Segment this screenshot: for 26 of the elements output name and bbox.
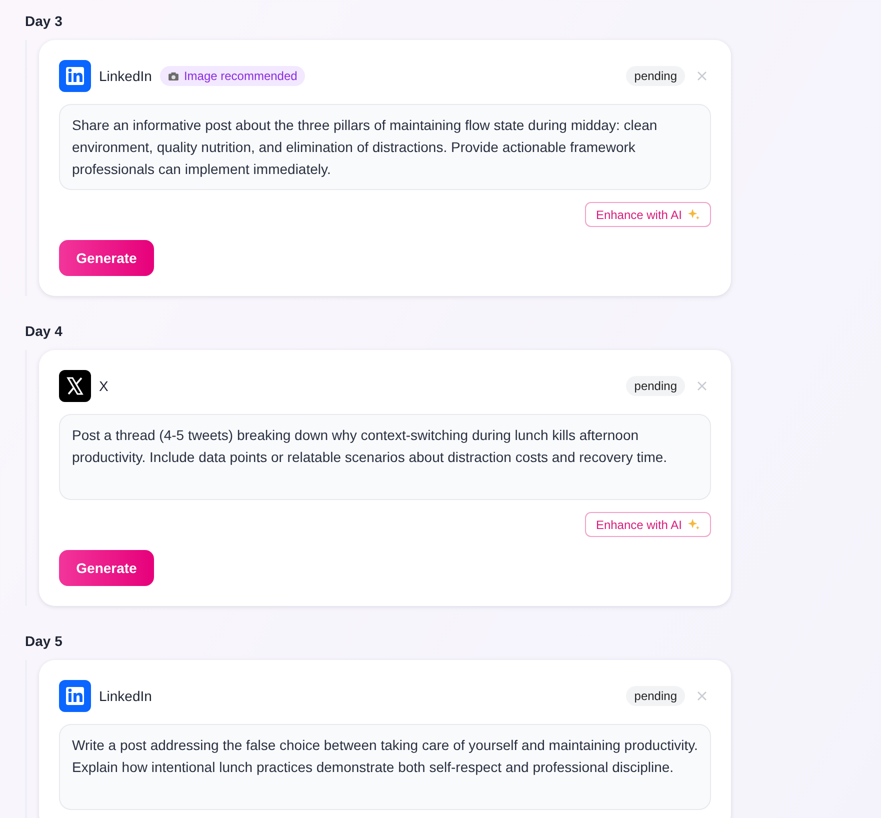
- enhance-button[interactable]: Enhance with AI: [584, 202, 711, 227]
- x-logo-icon: [59, 370, 91, 402]
- sparkle-icon: [687, 208, 700, 221]
- status-badge: pending: [626, 686, 685, 706]
- prompt-field[interactable]: Write a post addressing the false choice between taking care of yourself and maintaining productivity. Explain how intentional lunch practices demonstrate both self-respect and professional discipline.: [59, 724, 711, 810]
- day-label: Day 3: [25, 12, 64, 31]
- prompt-field[interactable]: Post a thread (4-5 tweets) breaking down why context-switching during lunch kills afternoon productivity. Include data points or relatable scenarios about distraction costs and recovery time.: [59, 414, 711, 500]
- generate-button[interactable]: Generate: [59, 550, 154, 586]
- platform-name: LinkedIn: [99, 688, 152, 704]
- close-icon[interactable]: [697, 381, 707, 391]
- day-label: Day 4: [25, 322, 64, 341]
- linkedin-logo-icon: [59, 680, 91, 712]
- status-badge: pending: [626, 376, 685, 396]
- platform-name: LinkedIn: [99, 68, 152, 84]
- close-icon[interactable]: [697, 691, 707, 701]
- badge-text: Image recommended: [184, 69, 298, 83]
- sparkle-icon: [687, 518, 700, 531]
- linkedin-logo-icon: [59, 60, 91, 92]
- enhance-button[interactable]: Enhance with AI: [584, 512, 711, 537]
- close-icon[interactable]: [697, 71, 707, 81]
- generate-button[interactable]: Generate: [59, 240, 154, 276]
- platform-name: X: [99, 378, 108, 394]
- prompt-field[interactable]: Share an informative post about the three pillars of maintaining flow state during midday: clean environment, quality nutrition, and elimination of distractions. Provide actionable framework professionals can implement immediately.: [59, 104, 711, 190]
- camera-icon: [168, 72, 179, 80]
- status-badge: pending: [626, 66, 685, 86]
- day-label: Day 5: [25, 632, 64, 651]
